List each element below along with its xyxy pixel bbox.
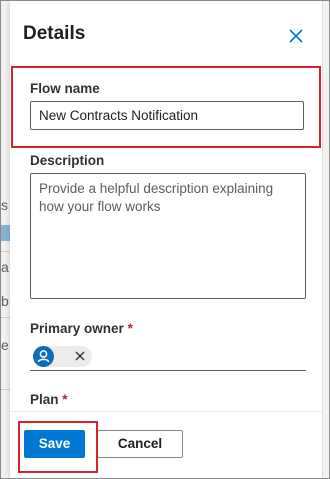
required-indicator: *	[62, 392, 68, 407]
panel-scroll-edge	[322, 1, 329, 478]
save-button-highlight	[18, 421, 98, 473]
window-frame: s a b e Details Flow name New Contracts …	[0, 0, 330, 479]
background-text: e	[1, 337, 9, 353]
close-icon	[289, 29, 303, 43]
background-text: b	[1, 293, 9, 309]
avatar	[33, 346, 54, 367]
remove-owner-button[interactable]	[73, 349, 87, 363]
primary-owner-picker[interactable]	[30, 345, 306, 371]
details-panel: Details Flow name New Contracts Notifica…	[10, 1, 322, 478]
cancel-button[interactable]: Cancel	[97, 430, 183, 458]
primary-owner-label-text: Primary owner	[30, 321, 124, 336]
description-label: Description	[30, 153, 105, 168]
description-textarea[interactable]: Provide a helpful description explaining…	[30, 173, 306, 299]
background-text: s	[1, 197, 8, 213]
owner-persona-chip	[33, 346, 92, 367]
close-panel-button[interactable]	[286, 26, 306, 46]
divider	[1, 389, 10, 390]
panel-title: Details	[23, 23, 86, 44]
primary-owner-label: Primary owner *	[30, 321, 133, 336]
plan-label-text: Plan	[30, 392, 59, 407]
person-icon	[37, 350, 50, 363]
plan-label: Plan *	[30, 392, 68, 407]
required-indicator: *	[127, 321, 133, 336]
flow-name-highlight	[11, 66, 321, 148]
divider	[1, 317, 10, 318]
close-icon	[75, 351, 85, 361]
divider	[1, 251, 10, 252]
background-text: a	[1, 259, 9, 275]
background-button	[1, 225, 10, 241]
